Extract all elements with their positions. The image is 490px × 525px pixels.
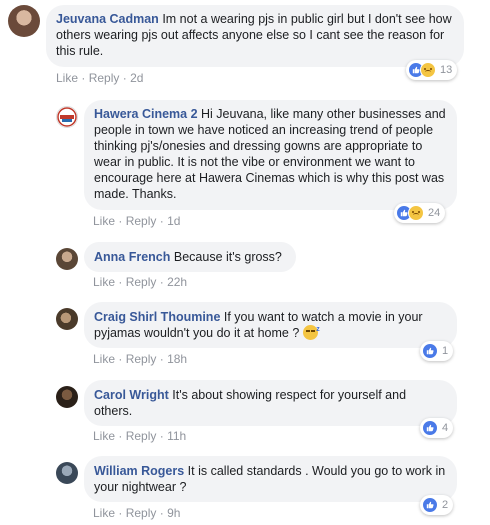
separator: ·	[118, 506, 123, 520]
comment-timestamp[interactable]: 11h	[167, 429, 186, 443]
reply-link[interactable]: Reply	[126, 352, 157, 366]
reaction-count: 1	[442, 345, 449, 357]
reaction-summary[interactable]: 24	[394, 203, 446, 223]
comment-timestamp[interactable]: 18h	[167, 352, 187, 366]
comment-actions: Like · Reply · 22h	[93, 275, 187, 289]
like-link[interactable]: Like	[93, 429, 115, 443]
reaction-summary[interactable]: 1	[420, 341, 454, 361]
reaction-summary[interactable]: 4	[420, 418, 454, 438]
avatar[interactable]	[56, 248, 78, 270]
reaction-summary[interactable]: 2	[420, 495, 454, 515]
reply-link[interactable]: Reply	[126, 506, 157, 520]
avatar[interactable]	[56, 462, 78, 484]
comment-bubble: Carol Wright It's about showing respect …	[84, 380, 457, 426]
separator: ·	[159, 429, 164, 443]
comment-timestamp[interactable]: 2d	[130, 71, 143, 85]
comment-author[interactable]: Jeuvana Cadman	[56, 12, 159, 26]
comment-bubble: Anna French Because it's gross?	[84, 242, 296, 272]
separator: ·	[159, 214, 164, 228]
sad-icon	[420, 62, 436, 78]
reply-link[interactable]: Reply	[89, 71, 120, 85]
separator: ·	[159, 352, 164, 366]
separator: ·	[122, 71, 127, 85]
reply-link[interactable]: Reply	[126, 275, 157, 289]
sad-icon	[408, 205, 424, 221]
reaction-summary[interactable]: 13	[406, 60, 458, 80]
comment-bubble: Hawera Cinema 2 Hi Jeuvana, like many ot…	[84, 100, 457, 210]
comment-timestamp[interactable]: 1d	[167, 214, 180, 228]
comment-author[interactable]: William Rogers	[94, 464, 184, 478]
like-icon	[422, 497, 438, 513]
reaction-count: 2	[442, 499, 449, 511]
reply-link[interactable]: Reply	[126, 214, 157, 228]
comment-actions: Like · Reply · 9h	[93, 506, 180, 520]
reaction-count: 13	[440, 64, 453, 76]
separator: ·	[118, 429, 123, 443]
comment-timestamp[interactable]: 22h	[167, 275, 187, 289]
like-icon	[422, 343, 438, 359]
separator: ·	[118, 352, 123, 366]
avatar[interactable]	[56, 308, 78, 330]
comment-actions: Like · Reply · 11h	[93, 429, 186, 443]
like-link[interactable]: Like	[93, 275, 115, 289]
avatar[interactable]	[8, 5, 40, 37]
comment-bubble: William Rogers It is called standards . …	[84, 456, 457, 502]
like-icon	[422, 420, 438, 436]
like-link[interactable]: Like	[93, 352, 115, 366]
comment-author[interactable]: Anna French	[94, 250, 170, 264]
reply-link[interactable]: Reply	[126, 429, 157, 443]
separator: ·	[118, 275, 123, 289]
comment-bubble: Jeuvana Cadman Im not a wearing pjs in p…	[46, 5, 464, 67]
comment-timestamp[interactable]: 9h	[167, 506, 180, 520]
comment-actions: Like · Reply · 18h	[93, 352, 187, 366]
comment-author[interactable]: Carol Wright	[94, 388, 169, 402]
cinema-logo-icon	[57, 107, 77, 127]
like-link[interactable]: Like	[93, 214, 115, 228]
like-link[interactable]: Like	[93, 506, 115, 520]
comment-author[interactable]: Craig Shirl Thoumine	[94, 310, 220, 324]
avatar[interactable]	[56, 106, 78, 128]
like-link[interactable]: Like	[56, 71, 78, 85]
comment-author[interactable]: Hawera Cinema 2	[94, 107, 198, 121]
separator: ·	[159, 275, 164, 289]
separator: ·	[118, 214, 123, 228]
comment-bubble: Craig Shirl Thoumine If you want to watc…	[84, 302, 457, 348]
avatar[interactable]	[56, 386, 78, 408]
comment-text: Hi Jeuvana, like many other businesses a…	[94, 107, 446, 201]
comment-actions: Like · Reply · 1d	[93, 214, 180, 228]
separator: ·	[81, 71, 86, 85]
reaction-count: 4	[442, 422, 449, 434]
sleeping-face-emoji: z	[302, 325, 320, 340]
comment-actions: Like · Reply · 2d	[56, 71, 143, 85]
separator: ·	[159, 506, 164, 520]
comment-text: Because it's gross?	[173, 250, 282, 264]
reaction-count: 24	[428, 207, 441, 219]
